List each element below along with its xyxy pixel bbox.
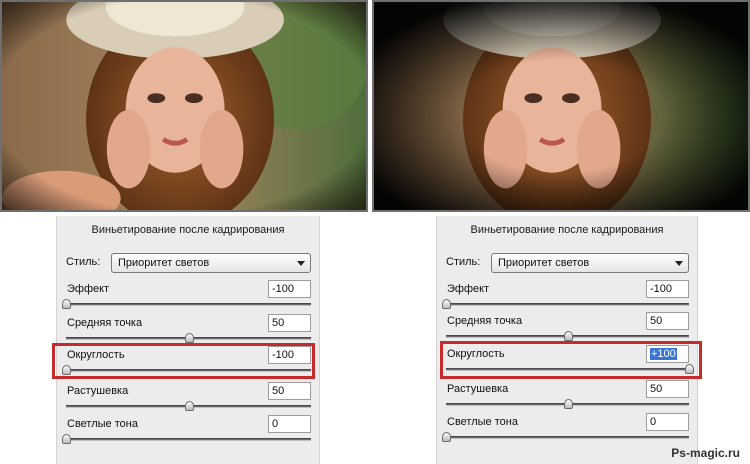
- midpoint-slider-track[interactable]: [66, 333, 311, 343]
- style-label: Стиль:: [446, 256, 481, 268]
- highlights-value-input[interactable]: 0: [646, 413, 689, 431]
- feather-slider-thumb[interactable]: [184, 401, 194, 411]
- param-effect: Эффект -100: [62, 280, 311, 313]
- param-feather: Растушевка 50: [444, 380, 689, 413]
- effect-value-input[interactable]: -100: [646, 280, 689, 298]
- style-select-value: Приоритет светов: [498, 257, 590, 269]
- feather-value-input[interactable]: 50: [646, 380, 689, 398]
- midpoint-slider-thumb[interactable]: [184, 333, 194, 343]
- effect-slider-track[interactable]: [62, 299, 311, 309]
- effect-slider-track[interactable]: [442, 299, 689, 309]
- effect-value-input[interactable]: -100: [268, 280, 311, 298]
- param-midpoint: Средняя точка 50: [64, 314, 311, 347]
- param-label: Средняя точка: [447, 315, 523, 327]
- roundness-slider-track[interactable]: [446, 364, 694, 374]
- panel-title: Виньетирование после кадрирования: [470, 224, 664, 236]
- style-row: Стиль: Приоритет светов: [444, 253, 689, 273]
- param-label: Эффект: [447, 283, 490, 295]
- param-midpoint: Средняя точка 50: [444, 312, 689, 345]
- style-label: Стиль:: [66, 256, 101, 268]
- style-select[interactable]: Приоритет светов: [111, 253, 311, 273]
- style-select[interactable]: Приоритет светов: [491, 253, 689, 273]
- feather-slider-thumb[interactable]: [563, 399, 573, 409]
- param-effect: Эффект -100: [442, 280, 689, 313]
- param-label: Светлые тона: [447, 416, 518, 428]
- roundness-value-input[interactable]: -100: [268, 346, 311, 364]
- style-row: Стиль: Приоритет светов: [64, 253, 311, 273]
- chevron-down-icon: [297, 261, 305, 266]
- feather-slider-track[interactable]: [446, 399, 689, 409]
- highlights-slider-thumb[interactable]: [442, 432, 451, 442]
- vignette-panel-right: Виньетирование после кадрирования Стиль:…: [436, 216, 698, 464]
- param-highlights: Светлые тона 0: [62, 415, 311, 448]
- param-label: Округлость: [447, 348, 505, 360]
- feather-slider-track[interactable]: [66, 401, 311, 411]
- param-label: Растушевка: [447, 383, 509, 395]
- param-label: Округлость: [67, 349, 125, 361]
- roundness-slider-track[interactable]: [62, 365, 311, 375]
- panel-title: Виньетирование после кадрирования: [91, 224, 285, 236]
- chevron-down-icon: [675, 261, 683, 266]
- midpoint-value-input[interactable]: 50: [646, 312, 689, 330]
- roundness-slider-thumb[interactable]: [62, 365, 71, 375]
- midpoint-slider-thumb[interactable]: [563, 331, 573, 341]
- effect-slider-thumb[interactable]: [62, 299, 71, 309]
- param-label: Растушевка: [67, 385, 129, 397]
- param-label: Средняя точка: [67, 317, 143, 329]
- midpoint-slider-track[interactable]: [446, 331, 689, 341]
- param-feather: Растушевка 50: [64, 382, 311, 415]
- effect-slider-thumb[interactable]: [442, 299, 451, 309]
- param-label: Эффект: [67, 283, 110, 295]
- watermark: Ps-magic.ru: [671, 446, 740, 460]
- highlights-slider-thumb[interactable]: [62, 434, 71, 444]
- param-highlights: Светлые тона 0: [442, 413, 689, 446]
- highlights-slider-track[interactable]: [62, 434, 311, 444]
- photo-before: [0, 0, 368, 212]
- roundness-value-input[interactable]: +100: [646, 345, 689, 363]
- midpoint-value-input[interactable]: 50: [268, 314, 311, 332]
- style-select-value: Приоритет светов: [118, 257, 210, 269]
- param-roundness: Округлость -100: [62, 346, 311, 379]
- roundness-slider-thumb[interactable]: [685, 364, 694, 374]
- highlights-value-input[interactable]: 0: [268, 415, 311, 433]
- vignette-panel-left: Виньетирование после кадрирования Стиль:…: [56, 216, 320, 464]
- param-roundness: Округлость +100: [444, 345, 694, 378]
- param-label: Светлые тона: [67, 418, 138, 430]
- feather-value-input[interactable]: 50: [268, 382, 311, 400]
- highlights-slider-track[interactable]: [442, 432, 689, 442]
- photo-after: [372, 0, 750, 212]
